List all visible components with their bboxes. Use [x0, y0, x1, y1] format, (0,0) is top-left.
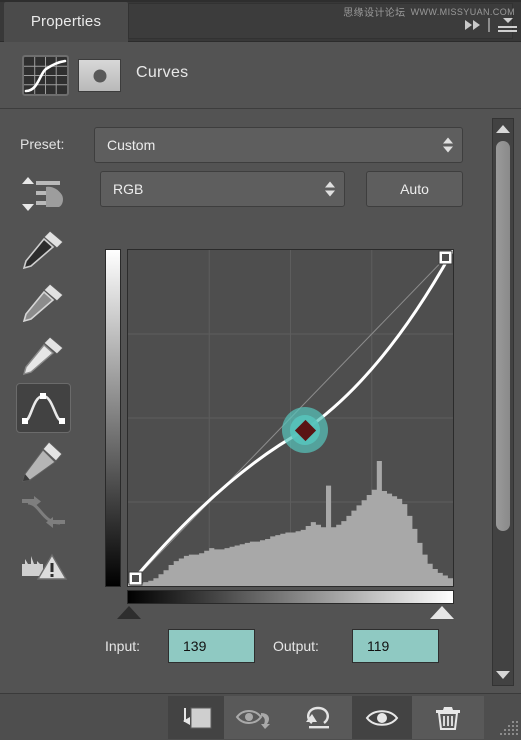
mask-dot-icon	[93, 69, 106, 82]
double-chevron-right-icon[interactable]	[465, 20, 480, 30]
preset-row: Preset: Custom	[0, 127, 480, 163]
curve-grid-area[interactable]	[127, 249, 454, 587]
panel-tab-strip: Properties 思缘设计论坛 WWW.MISSYUAN.COM	[0, 0, 521, 42]
scrollbar-thumb[interactable]	[496, 141, 510, 531]
chevron-updown-icon	[325, 181, 335, 197]
edit-points-curve-icon[interactable]	[16, 383, 71, 433]
preset-label: Preset:	[20, 136, 65, 152]
toggle-layer-visibility-button[interactable]	[352, 696, 412, 739]
layer-mask-thumbnail[interactable]	[78, 59, 121, 92]
preset-select[interactable]: Custom	[94, 127, 463, 163]
eye-icon	[365, 709, 399, 726]
chevron-updown-icon	[443, 137, 453, 153]
channel-select[interactable]: RGB	[100, 171, 345, 207]
trash-icon	[436, 706, 460, 730]
output-gradient-bar	[105, 249, 121, 587]
panel-scrollbar[interactable]	[492, 118, 514, 686]
pencil-draw-curve-icon[interactable]	[16, 436, 71, 486]
eye-previous-state-icon	[235, 709, 270, 729]
reset-adjustment-button[interactable]	[288, 696, 352, 739]
control-separator	[488, 18, 490, 32]
black-point-eyedropper-icon[interactable]	[16, 224, 71, 274]
gray-point-eyedropper-icon[interactable]	[16, 277, 71, 327]
panel-resize-grip[interactable]	[500, 719, 518, 737]
scroll-up-arrow-icon[interactable]	[496, 125, 510, 133]
input-field[interactable]: 139	[168, 629, 255, 663]
input-gradient-bar	[127, 590, 454, 604]
properties-panel: Properties 思缘设计论坛 WWW.MISSYUAN.COM Curve…	[0, 0, 521, 740]
delete-adjustment-layer-button[interactable]	[412, 696, 484, 739]
white-point-eyedropper-icon[interactable]	[16, 330, 71, 380]
scroll-down-arrow-icon[interactable]	[496, 671, 510, 679]
panel-body: Preset: Custom RGB Auto Input: 139 Outpu…	[0, 109, 521, 693]
black-point-slider[interactable]	[117, 606, 141, 619]
panel-controls	[465, 18, 517, 32]
curves-adjustment-icon[interactable]	[22, 55, 69, 96]
panel-bottom-toolbar	[0, 693, 521, 740]
channel-value: RGB	[113, 181, 144, 197]
curves-graph[interactable]	[105, 249, 455, 619]
curve-plot[interactable]	[128, 250, 453, 586]
input-output-row: Input: 139 Output: 119	[105, 629, 465, 665]
output-label: Output:	[273, 638, 319, 654]
reset-arrow-icon	[306, 706, 329, 728]
auto-button[interactable]: Auto	[366, 171, 463, 207]
tab-empty-area	[128, 3, 513, 39]
white-point-slider[interactable]	[430, 606, 454, 619]
panel-menu-icon[interactable]	[498, 18, 517, 32]
input-label: Input:	[105, 638, 141, 654]
targeted-adjustment-icon[interactable]	[16, 171, 71, 221]
tab-properties[interactable]: Properties	[4, 2, 128, 42]
view-previous-state-button[interactable]	[224, 696, 288, 739]
page-title: Curves	[136, 64, 189, 81]
curves-tool-column	[16, 171, 76, 595]
clip-to-layer-button[interactable]	[168, 696, 224, 739]
clipping-warning-icon[interactable]	[16, 542, 71, 592]
output-field[interactable]: 119	[352, 629, 439, 663]
smooth-curve-icon[interactable]	[16, 489, 71, 539]
preset-value: Custom	[107, 137, 156, 153]
clip-to-layer-icon	[183, 707, 212, 728]
adjustment-header: Curves	[0, 42, 521, 109]
